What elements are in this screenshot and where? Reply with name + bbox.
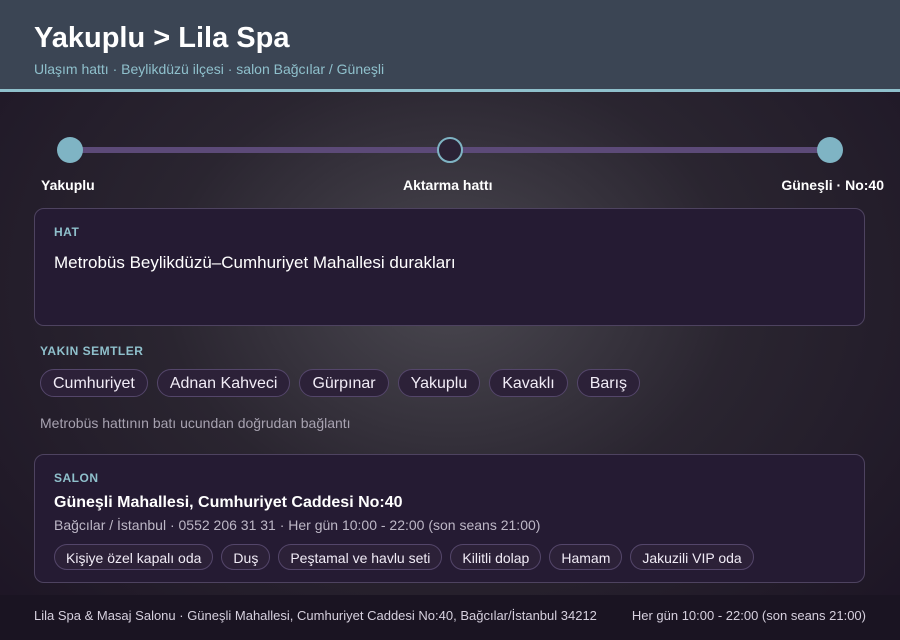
route-stop-start-dot[interactable]	[57, 137, 83, 163]
nearby-chip[interactable]: Kavaklı	[489, 369, 568, 397]
route-stop-start-label: Yakuplu	[41, 177, 95, 193]
line-card: HAT Metrobüs Beylikdüzü–Cumhuriyet Mahal…	[34, 208, 865, 326]
amenity-chip: Peştamal ve havlu seti	[278, 544, 443, 570]
amenity-chip: Hamam	[549, 544, 623, 570]
nearby-note: Metrobüs hattının batı ucundan doğrudan …	[40, 415, 351, 431]
route-stop-transfer-dot[interactable]	[437, 137, 463, 163]
nearby-chip[interactable]: Cumhuriyet	[40, 369, 148, 397]
route-stop-end-dot[interactable]	[817, 137, 843, 163]
amenity-chip: Duş	[221, 544, 271, 570]
nearby-chips: Cumhuriyet Adnan Kahveci Gürpınar Yakupl…	[40, 369, 641, 397]
nearby-chip[interactable]: Adnan Kahveci	[156, 369, 291, 397]
salon-card: SALON Güneşli Mahallesi, Cumhuriyet Cadd…	[34, 454, 865, 583]
route-stop-transfer-label: Aktarma hattı	[403, 177, 493, 193]
route-stop-end-label: Güneşli · No:40	[781, 177, 884, 193]
salon-card-label: SALON	[54, 471, 99, 485]
page-title: Yakuplu > Lila Spa	[34, 22, 290, 54]
footer-address: Lila Spa & Masaj Salonu · Güneşli Mahall…	[34, 608, 597, 623]
line-card-label: HAT	[54, 225, 80, 239]
page-subtitle: Ulaşım hattı · Beylikdüzü ilçesi · salon…	[34, 61, 385, 77]
nearby-section-label: YAKIN SEMTLER	[40, 344, 144, 358]
line-card-text: Metrobüs Beylikdüzü–Cumhuriyet Mahallesi…	[54, 253, 456, 272]
amenity-chip: Jakuzili VIP oda	[630, 544, 754, 570]
page-header: Yakuplu > Lila Spa Ulaşım hattı · Beylik…	[0, 0, 900, 92]
page-footer: Lila Spa & Masaj Salonu · Güneşli Mahall…	[0, 595, 900, 640]
footer-hours: Her gün 10:00 - 22:00 (son seans 21:00)	[631, 608, 866, 623]
nearby-chip[interactable]: Gürpınar	[299, 369, 389, 397]
salon-address: Güneşli Mahallesi, Cumhuriyet Caddesi No…	[54, 494, 403, 511]
nearby-chip[interactable]: Barış	[576, 369, 641, 397]
nearby-chip[interactable]: Yakuplu	[397, 369, 481, 397]
salon-amenities: Kişiye özel kapalı oda Duş Peştamal ve h…	[54, 544, 754, 570]
amenity-chip: Kilitli dolap	[450, 544, 542, 570]
salon-meta: Bağcılar / İstanbul · 0552 206 31 31 · H…	[54, 517, 541, 533]
amenity-chip: Kişiye özel kapalı oda	[54, 544, 214, 570]
